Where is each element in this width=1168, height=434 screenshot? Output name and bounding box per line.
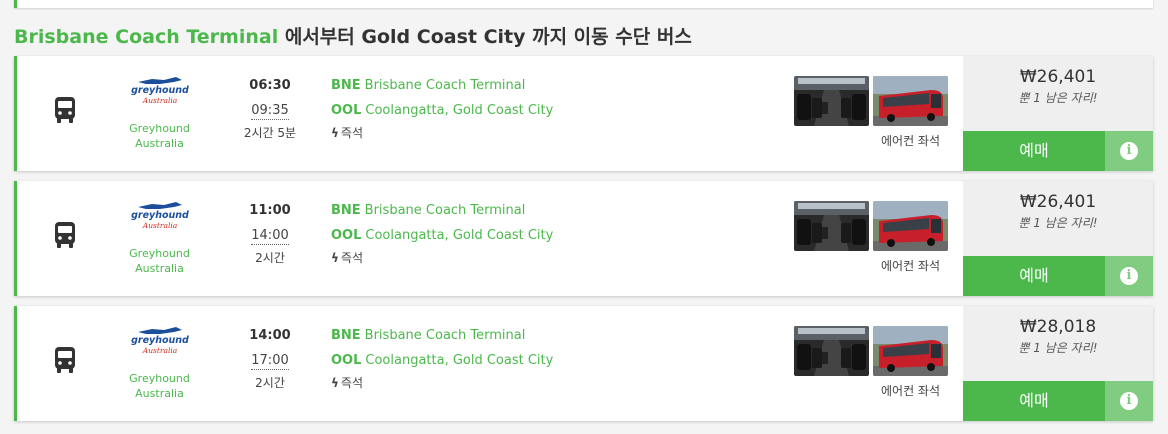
bus-icon: [55, 222, 75, 248]
logo-text: greyhound: [131, 85, 189, 96]
book-button[interactable]: 예매: [963, 381, 1105, 421]
origin-code: BNE: [331, 203, 361, 218]
logo-subtext: Australia: [141, 346, 176, 355]
price: ₩26,401: [1019, 192, 1097, 212]
info-button[interactable]: i: [1105, 256, 1153, 296]
info-button[interactable]: i: [1105, 131, 1153, 171]
operator: greyhound Australia Greyhound Australia: [117, 199, 202, 276]
trip-times: 14:00 17:00 2시간: [237, 328, 303, 391]
destination-stop[interactable]: OOL Coolangatta, Gold Coast City: [331, 228, 751, 244]
destination-name: Coolangatta, Gold Coast City: [365, 353, 554, 368]
greyhound-logo: greyhound Australia: [131, 327, 189, 355]
destination-code: OOL: [331, 103, 362, 118]
amenity-label: 에어컨 좌석: [880, 259, 940, 273]
origin-name: Brisbane Coach Terminal: [364, 78, 526, 93]
trip-duration: 2시간: [255, 376, 285, 390]
instant-feature: ϟ 즉석: [331, 375, 751, 391]
departure-time: 06:30: [249, 78, 291, 93]
destination-code: OOL: [331, 353, 362, 368]
instant-feature: ϟ 즉석: [331, 250, 751, 266]
info-icon: i: [1120, 142, 1138, 160]
search-results-page: Brisbane Coach Terminal 에서부터 Gold Coast …: [0, 0, 1168, 434]
price-panel: ₩26,401 뿐 1 남은 자리! 예매 i: [963, 56, 1153, 171]
heading-origin: Brisbane Coach Terminal: [14, 26, 279, 48]
route: BNE Brisbane Coach Terminal OOL Coolangatt…: [331, 328, 751, 391]
departure-time: 14:00: [249, 328, 291, 343]
logo-subtext: Australia: [141, 96, 176, 105]
price-panel: ₩28,018 뿐 1 남은 자리! 예매 i: [963, 306, 1153, 421]
book-button[interactable]: 예매: [963, 256, 1105, 296]
bus-interior-photo[interactable]: [794, 201, 869, 251]
amenity-label: 에어컨 좌석: [880, 134, 940, 148]
operator-name: Greyhound Australia: [129, 122, 190, 150]
seats-left: 뿐 1 남은 자리!: [1018, 341, 1098, 355]
route: BNE Brisbane Coach Terminal OOL Coolangatt…: [331, 203, 751, 266]
origin-stop[interactable]: BNE Brisbane Coach Terminal: [331, 78, 751, 94]
destination-stop[interactable]: OOL Coolangatta, Gold Coast City: [331, 353, 751, 369]
logo-text: greyhound: [131, 210, 189, 221]
operator-name: Greyhound Australia: [129, 247, 190, 275]
price: ₩28,018: [1019, 317, 1097, 337]
seats-left: 뿐 1 남은 자리!: [1018, 91, 1098, 105]
operator-name: Greyhound Australia: [129, 372, 190, 400]
bus-icon: [55, 347, 75, 373]
origin-name: Brisbane Coach Terminal: [364, 328, 526, 343]
logo-text: greyhound: [131, 335, 189, 346]
lightning-icon: ϟ: [331, 376, 339, 390]
price: ₩26,401: [1019, 67, 1097, 87]
origin-name: Brisbane Coach Terminal: [364, 203, 526, 218]
bus-exterior-photo[interactable]: [873, 76, 948, 126]
origin-code: BNE: [331, 328, 361, 343]
arrival-time: 17:00: [251, 353, 289, 370]
lightning-icon: ϟ: [331, 251, 339, 265]
feature-label: 즉석: [340, 376, 364, 390]
info-icon: i: [1120, 392, 1138, 410]
book-button[interactable]: 예매: [963, 131, 1105, 171]
bus-exterior-photo[interactable]: [873, 326, 948, 376]
bus-interior-photo[interactable]: [794, 76, 869, 126]
info-icon: i: [1120, 267, 1138, 285]
greyhound-logo: greyhound Australia: [131, 202, 189, 230]
arrival-time: 09:35: [251, 103, 289, 120]
trip-duration: 2시간 5분: [243, 126, 297, 140]
origin-stop[interactable]: BNE Brisbane Coach Terminal: [331, 328, 751, 344]
bus-interior-photo[interactable]: [794, 326, 869, 376]
destination-code: OOL: [331, 228, 362, 243]
result-card[interactable]: greyhound Australia Greyhound Australia …: [14, 306, 1153, 421]
seats-left: 뿐 1 남은 자리!: [1018, 216, 1098, 230]
info-button[interactable]: i: [1105, 381, 1153, 421]
heading-rest: 에서부터 Gold Coast City 까지 이동 수단 버스: [278, 26, 692, 48]
result-card[interactable]: greyhound Australia Greyhound Australia …: [14, 181, 1153, 296]
trip-times: 11:00 14:00 2시간: [237, 203, 303, 266]
instant-feature: ϟ 즉석: [331, 125, 751, 141]
departure-time: 11:00: [249, 203, 291, 218]
destination-name: Coolangatta, Gold Coast City: [365, 228, 554, 243]
operator: greyhound Australia Greyhound Australia: [117, 324, 202, 401]
origin-stop[interactable]: BNE Brisbane Coach Terminal: [331, 203, 751, 219]
feature-label: 즉석: [340, 251, 364, 265]
previous-result-card: [14, 0, 1153, 8]
trip-times: 06:30 09:35 2시간 5분: [237, 78, 303, 141]
amenity-label: 에어컨 좌석: [880, 384, 940, 398]
arrival-time: 14:00: [251, 228, 289, 245]
greyhound-logo: greyhound Australia: [131, 77, 189, 105]
logo-subtext: Australia: [141, 221, 176, 230]
route: BNE Brisbane Coach Terminal OOL Coolangatt…: [331, 78, 751, 141]
origin-code: BNE: [331, 78, 361, 93]
destination-name: Coolangatta, Gold Coast City: [365, 103, 554, 118]
trip-duration: 2시간: [255, 251, 285, 265]
result-card[interactable]: greyhound Australia Greyhound Australia …: [14, 56, 1153, 171]
feature-label: 즉석: [340, 126, 364, 140]
operator: greyhound Australia Greyhound Australia: [117, 74, 202, 151]
price-panel: ₩26,401 뿐 1 남은 자리! 예매 i: [963, 181, 1153, 296]
results-heading: Brisbane Coach Terminal 에서부터 Gold Coast …: [14, 22, 692, 49]
bus-exterior-photo[interactable]: [873, 201, 948, 251]
bus-icon: [55, 97, 75, 123]
lightning-icon: ϟ: [331, 126, 339, 140]
destination-stop[interactable]: OOL Coolangatta, Gold Coast City: [331, 103, 751, 119]
